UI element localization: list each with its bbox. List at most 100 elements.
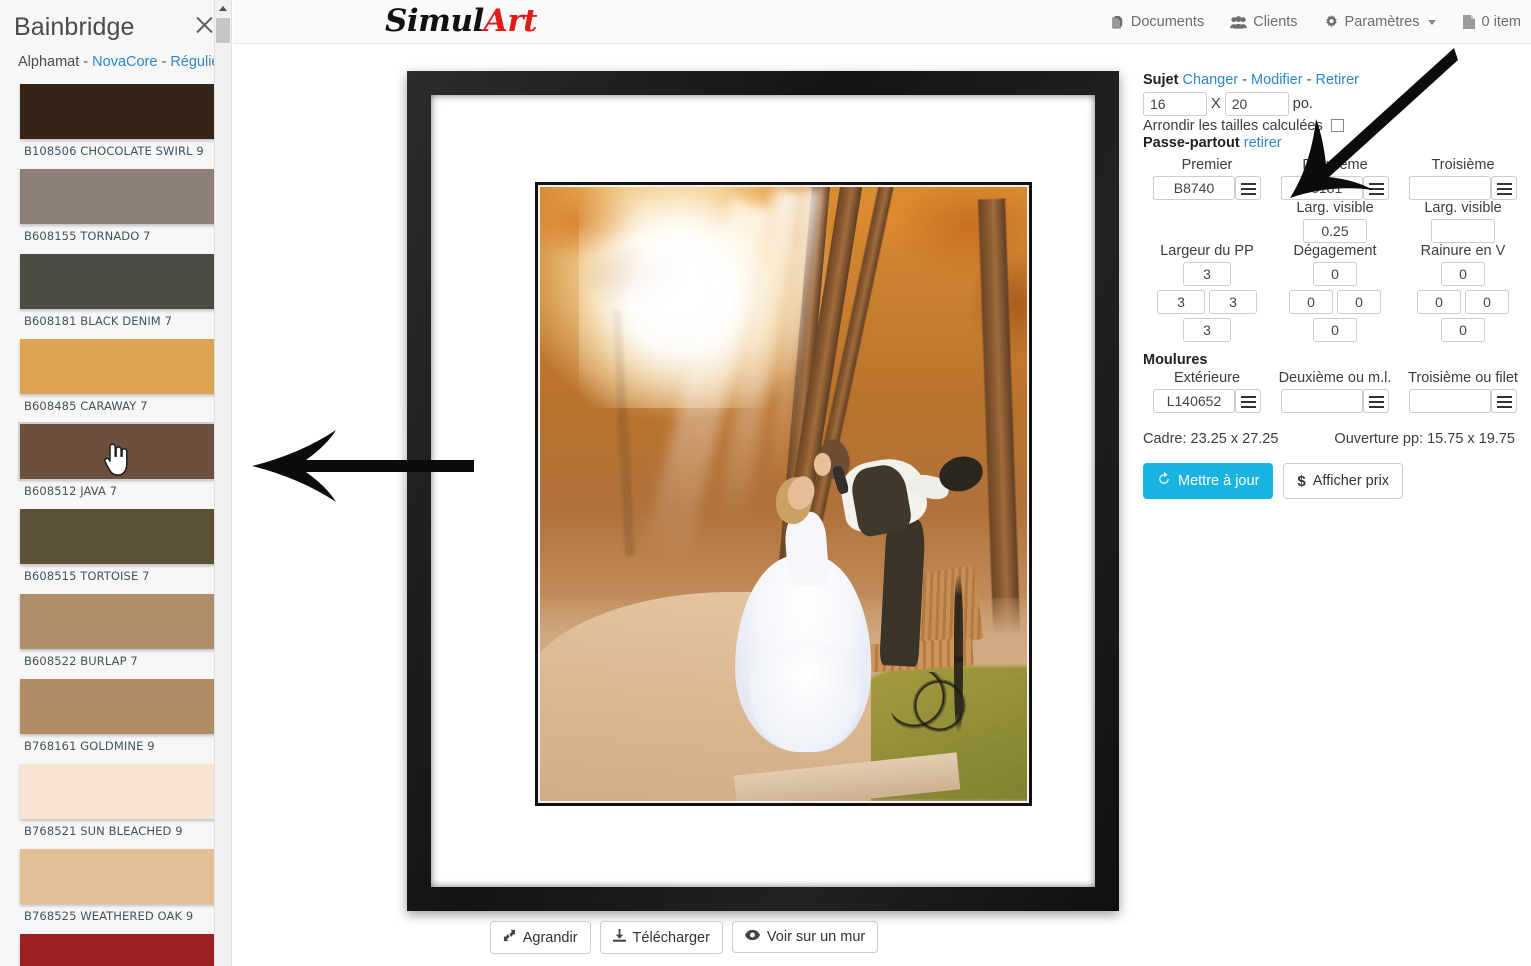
swatch-color-chip[interactable] [20,934,221,966]
swatch-color-chip[interactable] [20,169,221,224]
moulding-picker-button-deuxieme[interactable] [1363,389,1389,413]
moulding-picker-button-exterieure[interactable] [1235,389,1261,413]
pp-width-left-input[interactable]: 3 [1157,290,1205,314]
show-price-button[interactable]: $ Afficher prix [1283,463,1404,499]
logo-text-simul: Simul [385,3,484,39]
visible-width-cell-2: 0.25 [1271,219,1399,243]
subject-edit-link[interactable]: Modifier [1251,72,1303,88]
swatch-item[interactable]: B768161 GOLDMINE 9 [0,679,231,753]
nav-item-documents[interactable]: Documents [1110,14,1204,30]
sidebar-scrollbar-track[interactable] [214,0,231,966]
swatch-color-chip[interactable] [20,339,221,394]
update-button[interactable]: Mettre à jour [1143,463,1274,499]
enlarge-button[interactable]: Agrandir [489,921,591,954]
mat-liner [535,182,1032,806]
mouldings-row: Moulures [1143,352,1521,368]
nav-item-clients[interactable]: Clients [1230,14,1298,30]
subject-height-input[interactable]: 20 [1224,92,1289,116]
swatch-label: B768161 GOLDMINE 9 [24,739,155,753]
nav-item-cart[interactable]: 0 item [1462,14,1521,30]
swatch-color-chip[interactable] [20,764,221,819]
swatch-item[interactable]: B608155 TORNADO 7 [0,169,231,243]
swatch-color-chip[interactable] [20,679,221,734]
swatch-color-chip[interactable] [20,594,221,649]
swatch-list[interactable]: B108506 CHOCOLATE SWIRL 9 B608155 TORNADO… [0,84,231,966]
swatch-item[interactable]: B768521 SUN BLEACHED 9 [0,764,231,838]
swatch-item[interactable]: B608522 BURLAP 7 [0,594,231,668]
mat-code-input-troisieme[interactable] [1409,176,1491,200]
moulding-code-input-exterieure[interactable]: L140652 [1153,389,1235,413]
update-button-label: Mettre à jour [1178,473,1260,489]
app-logo[interactable]: SimulArt [385,3,538,39]
swatch-color-chip[interactable] [18,422,223,481]
mat-remove-link[interactable]: retirer [1244,135,1282,151]
download-button[interactable]: Télécharger [599,921,723,954]
subject-sep-1: - [1238,72,1251,88]
swatch-color-chip[interactable] [20,849,221,904]
vgroove-right-input[interactable]: 0 [1465,290,1509,314]
subject-width-input[interactable]: 16 [1143,92,1207,116]
swatch-item[interactable]: B768525 WEATHERED OAK 9 [0,849,231,923]
mat-picker-button-troisieme[interactable] [1491,176,1517,200]
computed-dimensions: Cadre: 23.25 x 27.25 Ouverture pp: 15.75… [1143,431,1521,447]
swatch-item[interactable]: B608512 JAVA 7 [0,422,231,498]
vgroove-left-input[interactable]: 0 [1417,290,1461,314]
mat-col-header-troisieme: Troisième [1431,157,1495,173]
moulding-code-input-deuxieme[interactable] [1281,389,1363,413]
swatch-item[interactable]: B608181 BLACK DENIM 7 [0,254,231,328]
mat-columns: Premier Deuxième Troisième B8740 B8181 L… [1143,157,1521,346]
configuration-panel: Sujet Changer - Modifier - Retirer 16 X … [1135,44,1531,966]
swatch-color-chip[interactable] [20,84,221,139]
mat-code-cell-2: B8181 [1271,176,1399,200]
swatch-color-chip[interactable] [20,509,221,564]
visible-width-input-troisieme[interactable] [1431,219,1495,243]
swatch-item[interactable]: B608485 CARAWAY 7 [0,339,231,413]
moulding-columns: Extérieure Deuxième ou m.l. Troisième ou… [1143,370,1521,413]
clearance-left-input[interactable]: 0 [1289,290,1333,314]
subject-change-link[interactable]: Changer [1182,72,1238,88]
swatch-item[interactable]: B108506 CHOCOLATE SWIRL 9 [0,84,231,158]
visible-width-header-2: Larg. visible [1296,200,1374,216]
visible-width-cell-1 [1143,219,1271,243]
visible-width-input-deuxieme[interactable]: 0.25 [1303,219,1367,243]
pp-width-top-input[interactable]: 3 [1183,262,1231,286]
nav-item-parametres[interactable]: Paramètres [1324,14,1436,30]
clearance-right-input[interactable]: 0 [1337,290,1381,314]
panel-actions: Mettre à jour $ Afficher prix [1143,463,1521,499]
group-label-pp-width: Largeur du PP [1160,243,1254,259]
pp-width-right-input[interactable]: 3 [1209,290,1257,314]
framed-artwork[interactable] [407,71,1119,911]
moulding-code-input-troisieme[interactable] [1409,389,1491,413]
mat-picker-button-premier[interactable] [1235,176,1261,200]
download-icon [612,929,626,946]
vgroove-top-input[interactable]: 0 [1441,262,1485,286]
pp-width-bottom-input[interactable]: 3 [1183,318,1231,342]
vgroove-group: 0 0 0 0 [1399,262,1527,346]
view-on-wall-button[interactable]: Voir sur un mur [731,921,879,953]
breadcrumb: Alphamat - NovaCore - Régulier [0,44,231,82]
sidebar-scrollbar-thumb[interactable] [216,18,230,43]
swatch-item[interactable]: B608515 TORTOISE 7 [0,509,231,583]
swatch-item[interactable] [0,934,231,966]
vgroove-bottom-input[interactable]: 0 [1441,318,1485,342]
swatch-label: B768521 SUN BLEACHED 9 [24,824,183,838]
mat-code-input-premier[interactable]: B8740 [1153,176,1235,200]
eye-icon [744,929,760,945]
clearance-top-input[interactable]: 0 [1313,262,1357,286]
moulding-picker-button-troisieme[interactable] [1491,389,1517,413]
swatch-color-chip[interactable] [20,254,221,309]
subject-size-row: 16 X 20 po. [1143,92,1521,116]
mat-code-input-deuxieme[interactable]: B8181 [1281,176,1363,200]
swatch-label: B608485 CARAWAY 7 [24,399,148,413]
round-sizes-checkbox[interactable] [1330,119,1344,132]
round-sizes-label: Arrondir les tailles calculées [1143,118,1323,134]
close-icon[interactable] [193,14,215,36]
mat-picker-button-deuxieme[interactable] [1363,176,1389,200]
view-on-wall-button-label: Voir sur un mur [766,929,866,945]
download-button-label: Télécharger [632,929,710,946]
scroll-up-arrow-icon[interactable] [215,0,231,17]
breadcrumb-line-link[interactable]: NovaCore [92,54,157,70]
subject-remove-link[interactable]: Retirer [1315,72,1359,88]
moulding-col-header-troisieme: Troisième ou filet [1408,370,1518,386]
clearance-bottom-input[interactable]: 0 [1313,318,1357,342]
